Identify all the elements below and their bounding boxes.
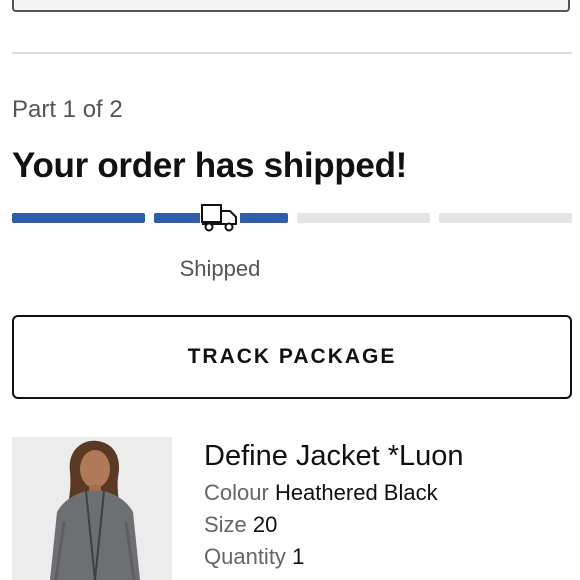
size-value: 20 [252,512,278,537]
size-label: Size [204,512,247,537]
progress-segment-4 [439,213,572,223]
quantity-value: 1 [292,544,305,569]
product-name[interactable]: Define Jacket *Luon [204,440,464,473]
progress-segment-3 [297,213,430,223]
track-package-button[interactable]: TRACK PACKAGE [12,315,572,399]
shipment-progress-bar [12,213,572,223]
progress-segment-1 [12,213,145,223]
product-quantity: Quantity 1 [204,544,304,570]
truck-icon [200,203,240,233]
shipment-heading: Your order has shipped! [12,146,408,185]
section-divider [12,52,572,54]
product-image[interactable] [12,437,172,580]
previous-section-box [12,0,570,12]
product-size: Size 20 [204,512,277,538]
product-colour: Colour Heathered Black [204,480,438,506]
colour-value: Heathered Black [274,480,438,505]
shipment-status-label: Shipped [179,256,261,281]
quantity-label: Quantity [204,544,286,569]
colour-label: Colour [204,480,269,505]
shipment-part-label: Part 1 of 2 [12,96,123,123]
